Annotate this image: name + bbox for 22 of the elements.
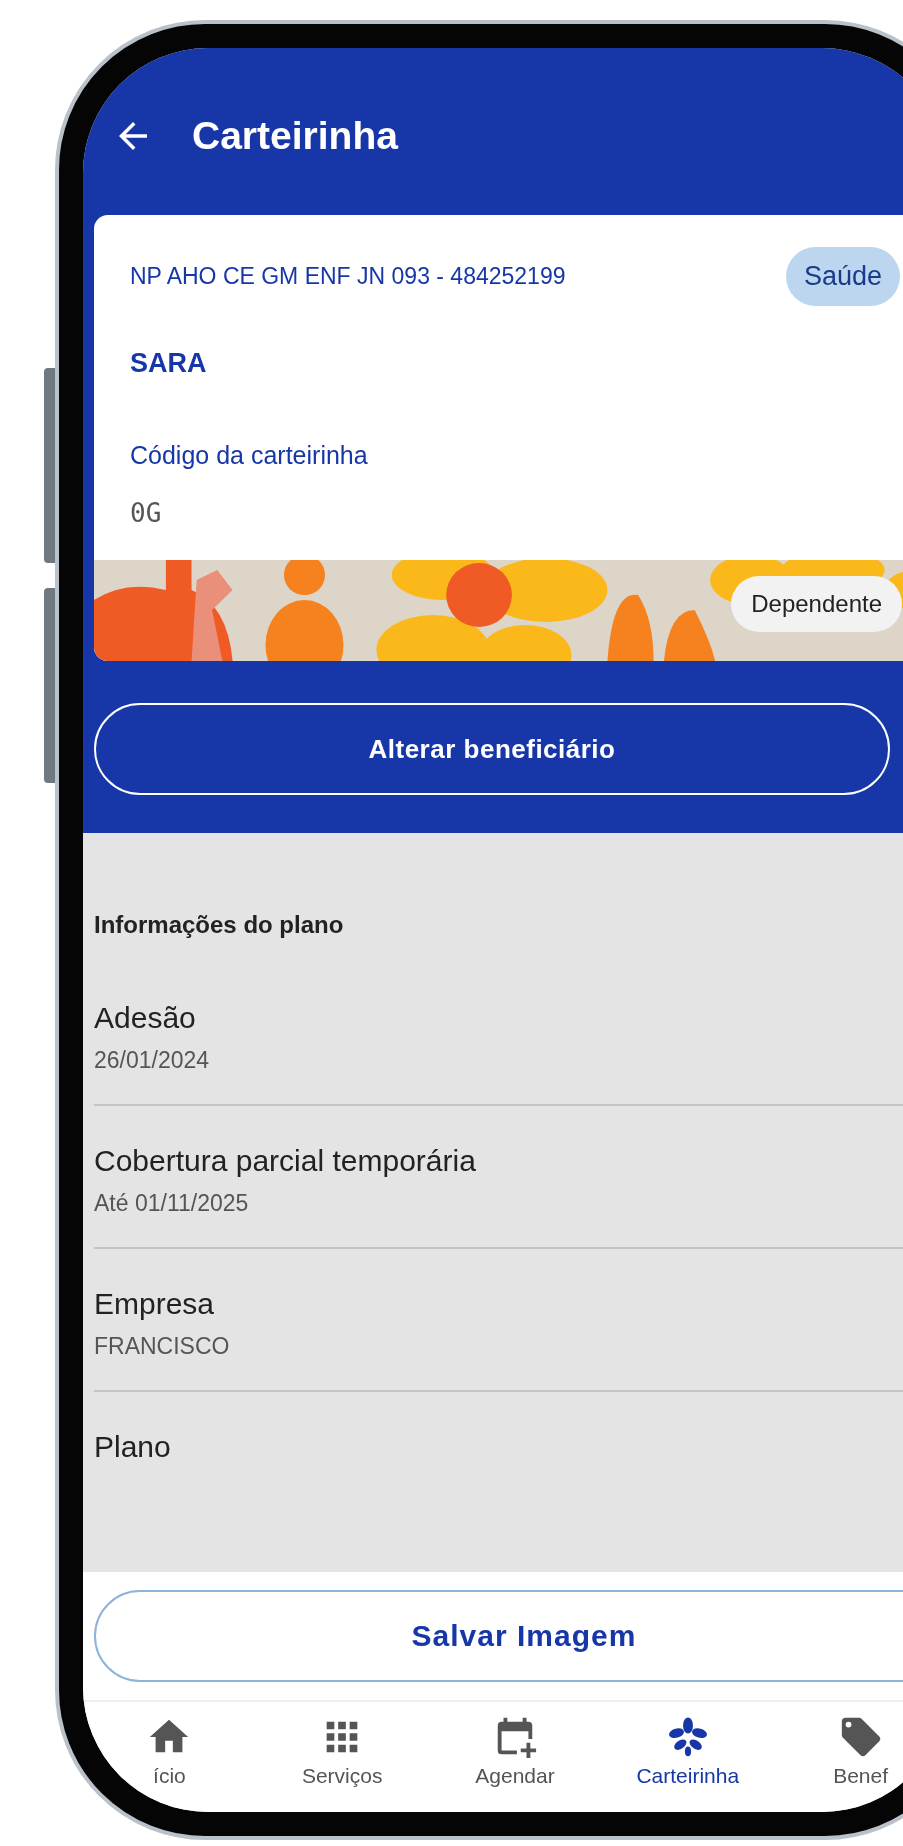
plan-code: NP AHO CE GM ENF JN 093 - 484252199 — [130, 263, 566, 290]
segment-badge: Saúde — [785, 247, 900, 306]
info-label: Empresa — [94, 1287, 216, 1321]
card-code-value: 0G — [129, 497, 163, 530]
nav-tab[interactable]: Agendar — [428, 1702, 602, 1812]
info-label: Plano — [94, 1430, 172, 1464]
info-value: 26/01/2024 — [94, 1047, 211, 1074]
info-value: FRANCISCO — [94, 1333, 231, 1360]
info-label: Cobertura parcial temporária — [94, 1144, 477, 1178]
dependent-badge: Dependente — [731, 576, 902, 632]
info-label: Adesão — [94, 1001, 197, 1035]
card-code-label: Código da carteirinha — [129, 440, 369, 470]
nav-tab[interactable]: Carteirinha — [601, 1702, 775, 1812]
nav-tab[interactable]: ício — [83, 1702, 256, 1812]
nav-tab[interactable]: Benef — [774, 1702, 903, 1812]
change-beneficiary-button[interactable]: Alterar beneficiário — [94, 703, 890, 795]
nav-tab[interactable]: Serviços — [255, 1702, 429, 1812]
member-name: SARA — [129, 347, 208, 379]
section-title: Informações do plano — [94, 911, 345, 939]
screen-title: Carteirinha — [192, 113, 398, 158]
info-value: Até 01/11/2025 — [94, 1190, 250, 1217]
save-image-button[interactable]: Salvar Imagem — [94, 1590, 903, 1682]
